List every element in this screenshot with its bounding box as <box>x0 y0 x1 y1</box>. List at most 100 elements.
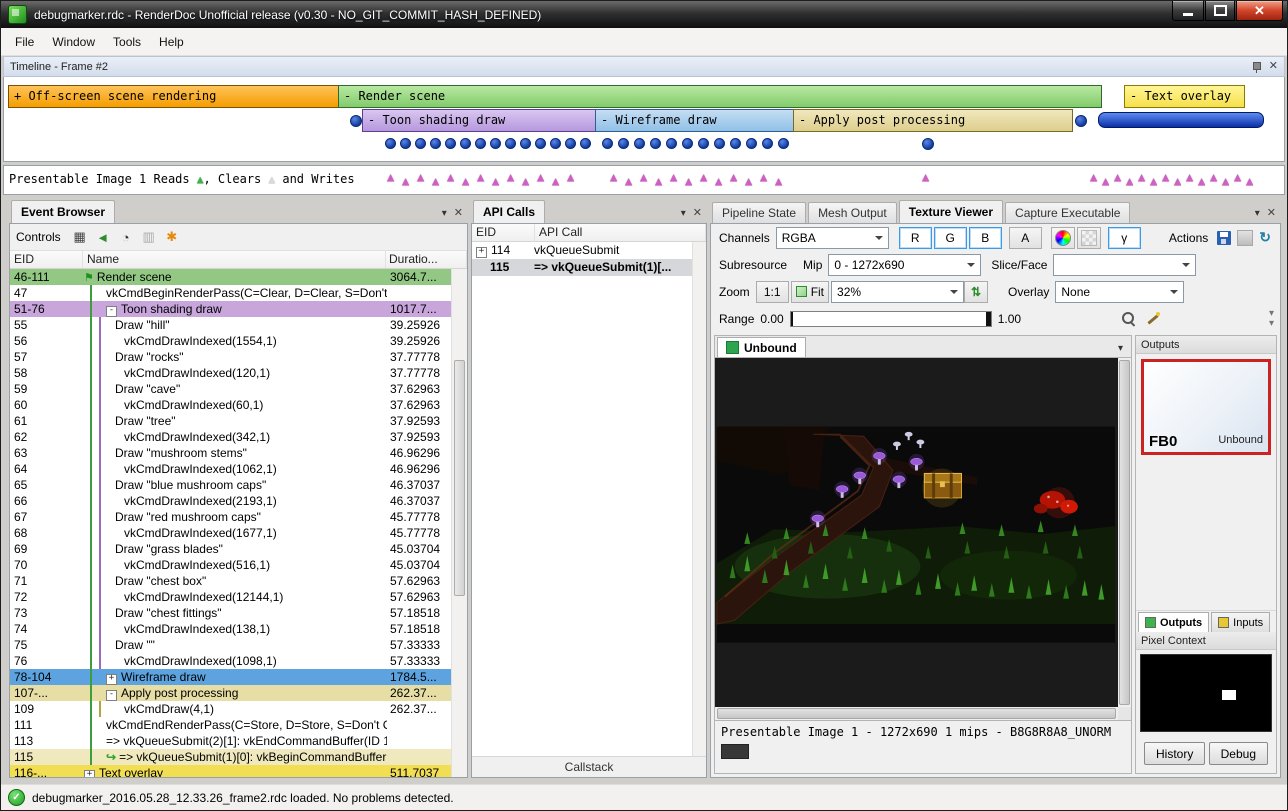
timeline-bar-post[interactable]: - Apply post processing <box>793 109 1073 132</box>
tab-texture-viewer[interactable]: Texture Viewer <box>899 200 1003 223</box>
texture-display[interactable] <box>714 357 1132 721</box>
toolbar-overflow-icon[interactable]: ▾▾ <box>1269 309 1274 329</box>
maximize-button[interactable] <box>1205 1 1235 21</box>
write-triangle-icon[interactable]: ▲ <box>640 171 647 183</box>
mip-combo[interactable]: 0 - 1272x690 <box>828 254 981 276</box>
column-eid[interactable]: EID <box>10 251 83 268</box>
stats-icon[interactable]: ▥ <box>139 227 159 247</box>
write-triangle-icon[interactable]: ▲ <box>1162 171 1169 183</box>
timeline-event-dot[interactable] <box>415 138 426 149</box>
event-row[interactable]: 66vkCmdDrawIndexed(2193,1)46.37037 <box>10 493 452 509</box>
timeline-event-dot[interactable] <box>922 138 934 150</box>
event-row[interactable]: 75Draw ""57.33333 <box>10 637 452 653</box>
save-icon[interactable] <box>1217 231 1231 245</box>
api-call-row[interactable]: +114vkQueueSubmit <box>472 242 693 259</box>
event-row[interactable]: 113=> vkQueueSubmit(2)[1]: vkEndCommandB… <box>10 733 452 749</box>
event-row[interactable]: 47vkCmdBeginRenderPass(C=Clear, D=Clear,… <box>10 285 452 301</box>
event-row[interactable]: 71Draw "chest box"57.62963 <box>10 573 452 589</box>
write-triangle-icon[interactable]: ▲ <box>402 175 409 187</box>
timeline-close-icon[interactable]: ✕ <box>1269 61 1278 72</box>
range-slider[interactable] <box>790 311 992 327</box>
timeline-event-dot[interactable] <box>430 138 441 149</box>
texture-tab-unbound[interactable]: Unbound <box>717 337 806 357</box>
refresh-icon[interactable]: ↻ <box>1259 229 1271 246</box>
timeline-event-dot[interactable] <box>762 138 773 149</box>
event-row[interactable]: 70vkCmdDrawIndexed(516,1)45.03704 <box>10 557 452 573</box>
write-triangle-icon[interactable]: ▲ <box>1246 175 1253 187</box>
write-triangle-icon[interactable]: ▲ <box>625 175 632 187</box>
channels-combo[interactable]: RGBA <box>776 227 889 249</box>
event-row[interactable]: 115↪=> vkQueueSubmit(1)[0]: vkBeginComma… <box>10 749 452 765</box>
titlebar[interactable]: debugmarker.rdc - RenderDoc Unofficial r… <box>1 1 1287 28</box>
write-triangle-icon[interactable]: ▲ <box>1210 171 1217 183</box>
write-triangle-icon[interactable]: ▲ <box>1138 171 1145 183</box>
history-button[interactable]: History <box>1144 742 1205 765</box>
timeline-event-dot[interactable] <box>666 138 677 149</box>
green-channel-button[interactable]: G <box>934 227 967 249</box>
menu-tools[interactable]: Tools <box>104 31 150 53</box>
event-row[interactable]: 57Draw "rocks"37.77778 <box>10 349 452 365</box>
menu-help[interactable]: Help <box>150 31 193 53</box>
timeline-event-dot[interactable] <box>475 138 486 149</box>
write-triangle-icon[interactable]: ▲ <box>507 171 514 183</box>
write-triangle-icon[interactable]: ▲ <box>1198 175 1205 187</box>
event-browser-scrollbar[interactable] <box>451 269 467 777</box>
api-call-row[interactable]: 115=> vkQueueSubmit(1)[... <box>472 259 693 276</box>
event-row[interactable]: 63Draw "mushroom stems"46.96296 <box>10 445 452 461</box>
find-event-icon[interactable]: ▦ <box>70 227 90 247</box>
tab-mesh-output[interactable]: Mesh Output <box>808 202 897 223</box>
timeline-event-dot[interactable] <box>490 138 501 149</box>
timeline-event-dot[interactable] <box>445 138 456 149</box>
event-row[interactable]: 116-...+Text overlay511.7037 <box>10 765 452 777</box>
write-triangle-icon[interactable]: ▲ <box>610 171 617 183</box>
tab-capture-executable[interactable]: Capture Executable <box>1005 202 1130 223</box>
timeline-event-dot[interactable] <box>535 138 546 149</box>
timeline-event-dot[interactable] <box>400 138 411 149</box>
event-row[interactable]: 60vkCmdDrawIndexed(60,1)37.62963 <box>10 397 452 413</box>
write-triangle-icon[interactable]: ▲ <box>700 171 707 183</box>
fb0-thumbnail[interactable]: FB0 Unbound <box>1141 359 1271 455</box>
event-row[interactable]: 46-111⚑Render scene3064.7... <box>10 269 452 285</box>
timeline-event-dot[interactable] <box>778 138 789 149</box>
flip-y-button[interactable]: ⇅ <box>964 281 988 303</box>
timeline-event-dot[interactable] <box>550 138 561 149</box>
panel-menu-icon[interactable]: ▾ <box>681 209 686 219</box>
timeline-event-dot[interactable] <box>602 138 613 149</box>
event-row[interactable]: 72vkCmdDrawIndexed(12144,1)57.62963 <box>10 589 452 605</box>
write-triangle-icon[interactable]: ▲ <box>655 175 662 187</box>
timeline-bar-render-scene[interactable]: - Render scene <box>338 85 1102 108</box>
range-max-value[interactable]: 1.00 <box>998 312 1021 326</box>
red-channel-button[interactable]: R <box>899 227 932 249</box>
write-triangle-icon[interactable]: ▲ <box>432 175 439 187</box>
event-row[interactable]: 111vkCmdEndRenderPass(C=Store, D=Store, … <box>10 717 452 733</box>
close-button[interactable]: ✕ <box>1236 1 1283 21</box>
event-row[interactable]: 62vkCmdDrawIndexed(342,1)37.92593 <box>10 429 452 445</box>
alpha-channel-button[interactable]: A <box>1009 227 1042 249</box>
timeline-marker-row[interactable]: Presentable Image 1 Reads ▲, Clears ▲ an… <box>3 165 1285 195</box>
range-min-value[interactable]: 0.00 <box>760 312 783 326</box>
tab-outputs[interactable]: Outputs <box>1138 612 1209 632</box>
debug-button[interactable]: Debug <box>1209 742 1268 765</box>
write-triangle-icon[interactable]: ▲ <box>537 171 544 183</box>
tree-expander-icon[interactable]: - <box>106 306 117 317</box>
jump-to-eid-icon[interactable]: ◄ <box>93 227 113 247</box>
event-row[interactable]: 61Draw "tree"37.92593 <box>10 413 452 429</box>
column-name[interactable]: Name <box>83 251 386 268</box>
timeline-event-dot[interactable] <box>634 138 645 149</box>
write-triangle-icon[interactable]: ▲ <box>1114 171 1121 183</box>
timeline-text-overlay-span[interactable] <box>1098 112 1264 128</box>
event-row[interactable]: 73Draw "chest fittings"57.18518 <box>10 605 452 621</box>
tree-expander-icon[interactable]: + <box>476 247 487 258</box>
column-eid[interactable]: EID <box>472 224 535 241</box>
write-triangle-icon[interactable]: ▲ <box>670 171 677 183</box>
write-triangle-icon[interactable]: ▲ <box>387 171 394 183</box>
column-duration[interactable]: Duratio... <box>386 251 467 268</box>
panel-close-icon[interactable]: ✕ <box>1267 208 1276 219</box>
time-durations-icon[interactable]: ◔ <box>116 227 136 247</box>
write-triangle-icon[interactable]: ▲ <box>685 175 692 187</box>
write-triangle-icon[interactable]: ▲ <box>1222 175 1229 187</box>
menu-file[interactable]: File <box>6 31 43 53</box>
write-triangle-icon[interactable]: ▲ <box>922 171 929 183</box>
tree-expander-icon[interactable]: + <box>84 770 95 777</box>
zoom-fit-button[interactable]: Fit <box>791 281 829 303</box>
